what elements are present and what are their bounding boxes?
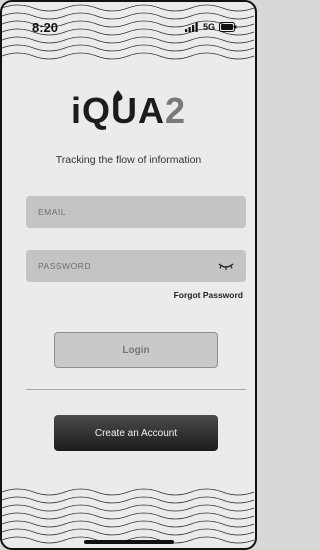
eye-closed-icon[interactable] — [218, 261, 234, 271]
logo-suffix: 2 — [164, 90, 187, 131]
login-button[interactable]: Login — [54, 332, 218, 368]
logo-wordmark: iQUA — [70, 90, 165, 131]
battery-icon — [219, 22, 237, 32]
home-indicator[interactable] — [83, 540, 174, 544]
email-input[interactable] — [38, 207, 208, 217]
email-field[interactable] — [26, 196, 246, 228]
password-input[interactable] — [38, 261, 208, 271]
create-account-button[interactable]: Create an Account — [54, 415, 218, 451]
app-screen: 8:20 5G iQUA 2 Tracking the flow of info… — [0, 0, 257, 550]
tagline: Tracking the flow of information — [55, 154, 202, 166]
network-label: 5G — [202, 22, 215, 32]
password-field[interactable] — [26, 250, 246, 282]
water-drop-icon — [113, 90, 123, 101]
forgot-password-link[interactable]: Forgot Password — [174, 290, 243, 300]
wave-pattern-bottom — [2, 488, 255, 544]
divider — [26, 389, 246, 390]
signal-icon — [184, 22, 198, 32]
app-logo: iQUA 2 — [2, 90, 255, 132]
status-bar: 8:20 5G — [2, 2, 255, 46]
status-time: 8:20 — [32, 20, 59, 35]
status-indicators: 5G — [184, 22, 237, 32]
